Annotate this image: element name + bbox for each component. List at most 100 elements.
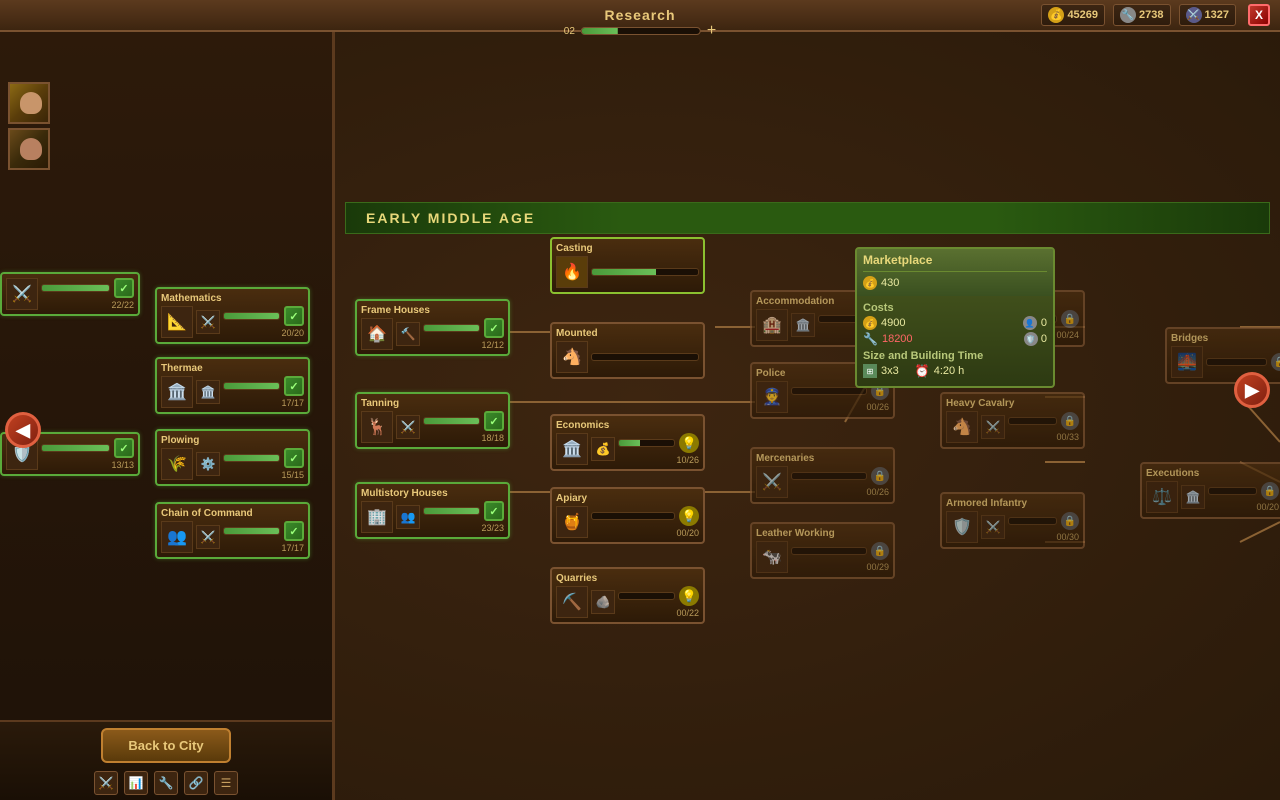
avatar-2[interactable] (8, 128, 50, 170)
tooltip-size-row: ⊞ 3x3 ⏰ 4:20 h (863, 364, 1047, 378)
tooltip-size-label: Size and Building Time (863, 350, 1047, 362)
mounted-progress (591, 353, 699, 361)
heavy-cavalry-icon: 🐴 (946, 411, 978, 443)
apiary-progress (591, 512, 675, 520)
node-mathematics[interactable]: Mathematics 📐 ⚔️ ✓ 20/20 (155, 287, 310, 344)
frame-houses-count: 12/12 (423, 340, 504, 350)
tooltip-cost-red: 18200 (882, 333, 913, 345)
node-tanning[interactable]: Tanning 🦌 ⚔️ ✓ 18/18 (355, 392, 510, 449)
close-button[interactable]: X (1248, 4, 1270, 26)
frame-houses-progress (423, 324, 480, 332)
add-progress-button[interactable]: + (707, 22, 716, 40)
casting-fill (592, 269, 656, 275)
bottom-icon-sword[interactable]: ⚔️ (94, 771, 118, 795)
left-sidebar: ◀ ⚔️ ✓ 22/22 🛡️ (0, 32, 335, 800)
bottom-icon-link[interactable]: 🔗 (184, 771, 208, 795)
clapboard-houses-lock: 🔒 (1061, 310, 1079, 328)
avatar-2-inner (10, 130, 48, 168)
casting-title: Casting (556, 243, 699, 254)
node-quarries[interactable]: Quarries ⛏️ 🪨 💡 00/22 (550, 567, 705, 624)
heavy-cavalry-count: 00/33 (1008, 432, 1079, 442)
bottom-icon-menu[interactable]: ☰ (214, 771, 238, 795)
apiary-count: 00/20 (591, 528, 699, 538)
quarries-icon2: 🪨 (591, 590, 615, 614)
node-economics[interactable]: Economics 🏛️ 💰 💡 10/26 (550, 414, 705, 471)
mathematics-icon2: ⚔️ (196, 310, 220, 334)
bottom-icon-chart[interactable]: 📊 (124, 771, 148, 795)
node-heavy-cavalry[interactable]: Heavy Cavalry 🐴 ⚔️ 🔒 00/33 (940, 392, 1085, 449)
multistory-icon: 🏢 (361, 501, 393, 533)
thermae-check: ✓ (284, 376, 304, 396)
node-tactics[interactable]: ⚔️ ✓ 22/22 (0, 272, 140, 316)
quarries-count: 00/22 (618, 608, 699, 618)
nav-left-button[interactable]: ◀ (5, 412, 41, 448)
bridges-lock: 🔒 (1271, 353, 1280, 371)
nav-right-button[interactable]: ▶ (1234, 372, 1270, 408)
tactics-count: 22/22 (41, 300, 134, 310)
tanning-fill (424, 418, 479, 424)
apiary-title: Apiary (556, 493, 699, 504)
quarries-title: Quarries (556, 573, 699, 584)
leather-working-progress (791, 547, 867, 555)
police-count: 00/26 (791, 402, 889, 412)
node-chain-command[interactable]: Chain of Command 👥 ⚔️ ✓ 17/17 (155, 502, 310, 559)
progress-track (581, 27, 701, 35)
economics-icon2: 💰 (591, 437, 615, 461)
thermae-title: Thermae (161, 363, 304, 374)
tools-icon: 🔧 (1120, 7, 1136, 23)
node-casting[interactable]: Casting 🔥 (550, 237, 705, 294)
bottom-icon-tools[interactable]: 🔧 (154, 771, 178, 795)
apiary-icon: 🍯 (556, 506, 588, 538)
mercenaries-icon: ⚔️ (756, 466, 788, 498)
back-to-city-button[interactable]: Back to City (101, 728, 231, 763)
tooltip-cost-gold-icon: 💰 (863, 316, 877, 330)
research-area: EARLY MIDDLE AGE Frame Houses 🏠 🔨 (335, 32, 1280, 800)
top-bar: Research 02 + 💰 45269 🔧 2738 ⚔️ 1327 X (0, 0, 1280, 32)
node-multistory[interactable]: Multistory Houses 🏢 👥 ✓ 23/23 (355, 482, 510, 539)
tools-resource: 🔧 2738 (1113, 4, 1170, 26)
casting-icon: 🔥 (556, 256, 588, 288)
armored-infantry-icon2: ⚔️ (981, 515, 1005, 539)
multistory-icon2: 👥 (396, 505, 420, 529)
armored-infantry-icon: 🛡️ (946, 511, 978, 543)
node-executions[interactable]: Executions ⚖️ 🏛️ 🔒 00/20 (1140, 462, 1280, 519)
node-armored-infantry[interactable]: Armored Infantry 🛡️ ⚔️ 🔒 00/30 (940, 492, 1085, 549)
node-frame-houses[interactable]: Frame Houses 🏠 🔨 ✓ 12/12 (355, 299, 510, 356)
economics-fill (619, 440, 640, 446)
tanning-check: ✓ (484, 411, 504, 431)
plowing-check: ✓ (284, 448, 304, 468)
tooltip-costs-label: Costs (863, 302, 1047, 314)
executions-icon2: 🏛️ (1181, 485, 1205, 509)
node-apiary[interactable]: Apiary 🍯 💡 00/20 (550, 487, 705, 544)
tools-value: 2738 (1139, 9, 1163, 21)
bridges-title: Bridges (1171, 333, 1280, 344)
tooltip-time-icon: ⏰ (915, 364, 930, 378)
tooltip-item-name: Marketplace (863, 253, 1047, 272)
thermae-count: 17/17 (223, 398, 304, 408)
chain-command-title: Chain of Command (161, 508, 304, 519)
economics-title: Economics (556, 420, 699, 431)
mounted-icon: 🐴 (556, 341, 588, 373)
avatar-1[interactable] (8, 82, 50, 124)
node-mercenaries[interactable]: Mercenaries ⚔️ 🔒 00/26 (750, 447, 895, 504)
frame-houses-title: Frame Houses (361, 305, 504, 316)
tooltip-cost-gold: 4900 (881, 317, 905, 329)
tooltip-cost-people-icon: 👤 (1023, 316, 1037, 330)
avatar-1-face (20, 92, 42, 114)
node-thermae[interactable]: Thermae 🏛️ 🏛️ ✓ 17/17 (155, 357, 310, 414)
tooltip-hammer-icon: 🔧 (863, 332, 878, 346)
partial-fill (42, 445, 109, 451)
node-mounted[interactable]: Mounted 🐴 (550, 322, 705, 379)
executions-lock: 🔒 (1261, 482, 1279, 500)
apiary-lightbulb: 💡 (679, 506, 699, 526)
avatar-area (8, 82, 50, 170)
plowing-icon: 🌾 (161, 448, 193, 480)
mercenaries-progress (791, 472, 867, 480)
accommodation-icon2: 🏛️ (791, 313, 815, 337)
mathematics-icon: 📐 (161, 306, 193, 338)
node-leather-working[interactable]: Leather Working 🐄 🔒 00/29 (750, 522, 895, 579)
frame-houses-check: ✓ (484, 318, 504, 338)
node-plowing[interactable]: Plowing 🌾 ⚙️ ✓ 15/15 (155, 429, 310, 486)
avatar-2-face (20, 138, 42, 160)
mathematics-fill (224, 313, 279, 319)
